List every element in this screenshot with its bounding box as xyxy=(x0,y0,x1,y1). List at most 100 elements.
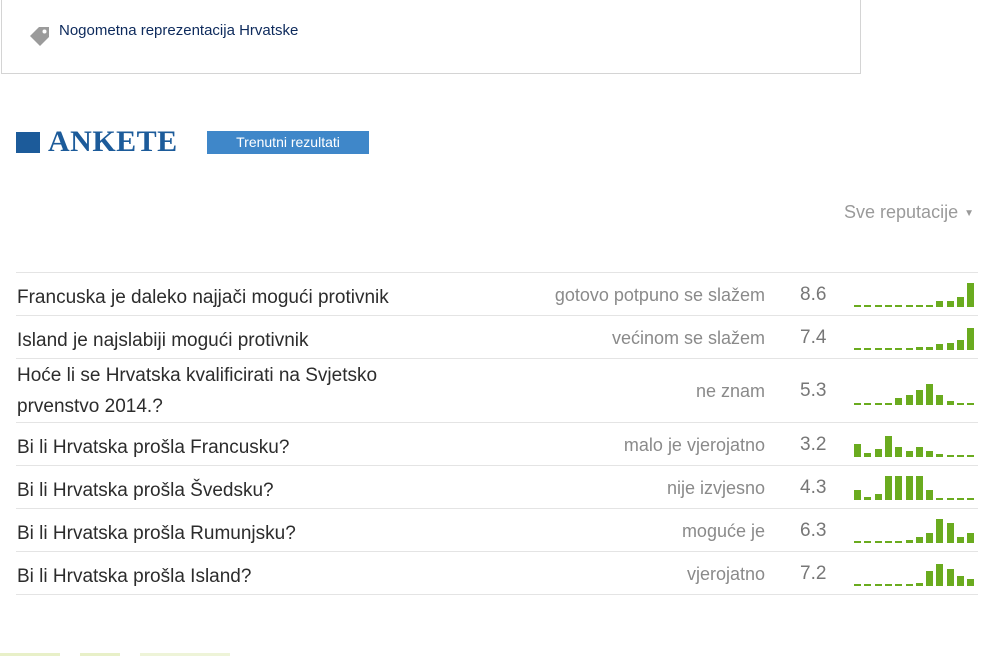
distribution-bar xyxy=(874,584,882,586)
poll-row[interactable]: Bi li Hrvatska prošla Francusku? malo je… xyxy=(16,422,978,465)
distribution-bar xyxy=(874,305,882,307)
poll-question[interactable]: Bi li Hrvatska prošla Rumunjsku? xyxy=(17,518,447,549)
tag-link[interactable]: Nogometna reprezentacija Hrvatske xyxy=(59,22,298,39)
distribution-bar xyxy=(936,344,944,350)
poll-row[interactable]: Island je najslabiji mogući protivnik ve… xyxy=(16,315,978,358)
distribution-bar xyxy=(967,533,975,543)
poll-score: 4.3 xyxy=(800,477,827,498)
distribution-bar xyxy=(854,584,861,586)
distribution-bar xyxy=(884,476,892,500)
tag-box: Nogometna reprezentacija Hrvatske xyxy=(1,0,861,74)
distribution-bar xyxy=(957,576,964,586)
poll-score: 8.6 xyxy=(800,284,827,305)
poll-score: 3.2 xyxy=(800,434,827,455)
distribution-bar xyxy=(905,451,913,457)
distribution-bar xyxy=(957,537,964,543)
tag-icon xyxy=(30,27,49,46)
distribution-bar xyxy=(854,444,861,457)
distribution-bar xyxy=(884,348,892,350)
distribution-bar xyxy=(874,449,882,457)
distribution-bar xyxy=(905,476,913,500)
distribution-bar xyxy=(967,579,975,586)
distribution-bar xyxy=(854,403,861,405)
poll-question[interactable]: Bi li Hrvatska prošla Švedsku? xyxy=(17,475,447,506)
distribution-bar xyxy=(895,476,903,500)
distribution-bar xyxy=(926,533,934,543)
distribution-bar xyxy=(915,390,923,405)
distribution-bar xyxy=(864,497,872,500)
distribution-bar xyxy=(854,490,861,500)
distribution-bar xyxy=(895,398,903,405)
section-marker xyxy=(16,132,40,153)
distribution-bar xyxy=(967,403,975,405)
distribution-bar xyxy=(936,395,944,405)
distribution-bar xyxy=(884,584,892,586)
poll-answer: nije izvjesno xyxy=(666,478,765,498)
distribution-bar xyxy=(874,348,882,350)
distribution-bar xyxy=(946,523,954,543)
distribution-bar xyxy=(926,490,934,500)
poll-question[interactable]: Island je najslabiji mogući protivnik xyxy=(17,325,447,356)
poll-distribution-chart xyxy=(854,470,978,500)
distribution-bar xyxy=(895,305,903,307)
poll-score: 5.3 xyxy=(800,380,827,401)
distribution-bar xyxy=(957,297,964,307)
poll-answer: moguće je xyxy=(681,521,765,541)
poll-row[interactable]: Hoće li se Hrvatska kvalificirati na Svj… xyxy=(16,358,978,422)
distribution-bar xyxy=(864,541,872,543)
distribution-bar xyxy=(884,305,892,307)
distribution-bar xyxy=(946,343,954,350)
poll-question[interactable]: Hoće li se Hrvatska kvalificirati na Svj… xyxy=(17,360,447,422)
distribution-bar xyxy=(915,476,923,500)
poll-answer: vjerojatno xyxy=(686,564,765,584)
distribution-bar xyxy=(905,540,913,543)
distribution-bar xyxy=(864,584,872,586)
distribution-bar xyxy=(926,451,934,457)
distribution-bar xyxy=(895,584,903,586)
distribution-bar xyxy=(926,384,934,405)
distribution-bar xyxy=(946,301,954,307)
distribution-bar xyxy=(915,537,923,543)
distribution-bar xyxy=(884,403,892,405)
distribution-bar xyxy=(936,301,944,307)
distribution-bar xyxy=(854,541,861,543)
reputation-filter-dropdown[interactable]: Sve reputacije ▼ xyxy=(844,202,974,223)
poll-distribution-chart xyxy=(854,320,978,350)
distribution-bar xyxy=(926,571,934,586)
poll-answer: malo je vjerojatno xyxy=(623,435,765,455)
distribution-bar xyxy=(884,436,892,457)
distribution-bar xyxy=(864,453,872,457)
poll-row[interactable]: Bi li Hrvatska prošla Island? vjerojatno… xyxy=(16,551,978,595)
distribution-bar xyxy=(936,454,944,457)
reputation-filter-label: Sve reputacije xyxy=(844,202,959,222)
distribution-bar xyxy=(936,519,944,543)
distribution-bar xyxy=(957,498,964,500)
distribution-bar xyxy=(946,455,954,457)
distribution-bar xyxy=(905,305,913,307)
distribution-bar xyxy=(967,455,975,457)
poll-score: 6.3 xyxy=(800,520,827,541)
current-results-button[interactable]: Trenutni rezultati xyxy=(207,131,369,154)
distribution-bar xyxy=(895,447,903,457)
distribution-bar xyxy=(905,348,913,350)
poll-row[interactable]: Bi li Hrvatska prošla Švedsku? nije izvj… xyxy=(16,465,978,508)
poll-question[interactable]: Francuska je daleko najjači mogući proti… xyxy=(17,282,447,313)
poll-question[interactable]: Bi li Hrvatska prošla Francusku? xyxy=(17,432,447,463)
distribution-bar xyxy=(936,564,944,586)
poll-row[interactable]: Francuska je daleko najjači mogući proti… xyxy=(16,272,978,315)
poll-distribution-chart xyxy=(854,375,978,405)
poll-row[interactable]: Bi li Hrvatska prošla Rumunjsku? moguće … xyxy=(16,508,978,551)
distribution-bar xyxy=(915,583,923,586)
poll-distribution-chart xyxy=(854,513,978,543)
distribution-bar xyxy=(864,348,872,350)
distribution-bar xyxy=(905,584,913,586)
distribution-bar xyxy=(957,340,964,350)
distribution-bar xyxy=(926,347,934,350)
distribution-bar xyxy=(967,283,975,307)
distribution-bar xyxy=(874,494,882,500)
poll-distribution-chart xyxy=(854,277,978,307)
poll-score: 7.4 xyxy=(800,327,827,348)
distribution-bar xyxy=(967,328,975,350)
distribution-bar xyxy=(884,541,892,543)
poll-question[interactable]: Bi li Hrvatska prošla Island? xyxy=(17,561,447,592)
